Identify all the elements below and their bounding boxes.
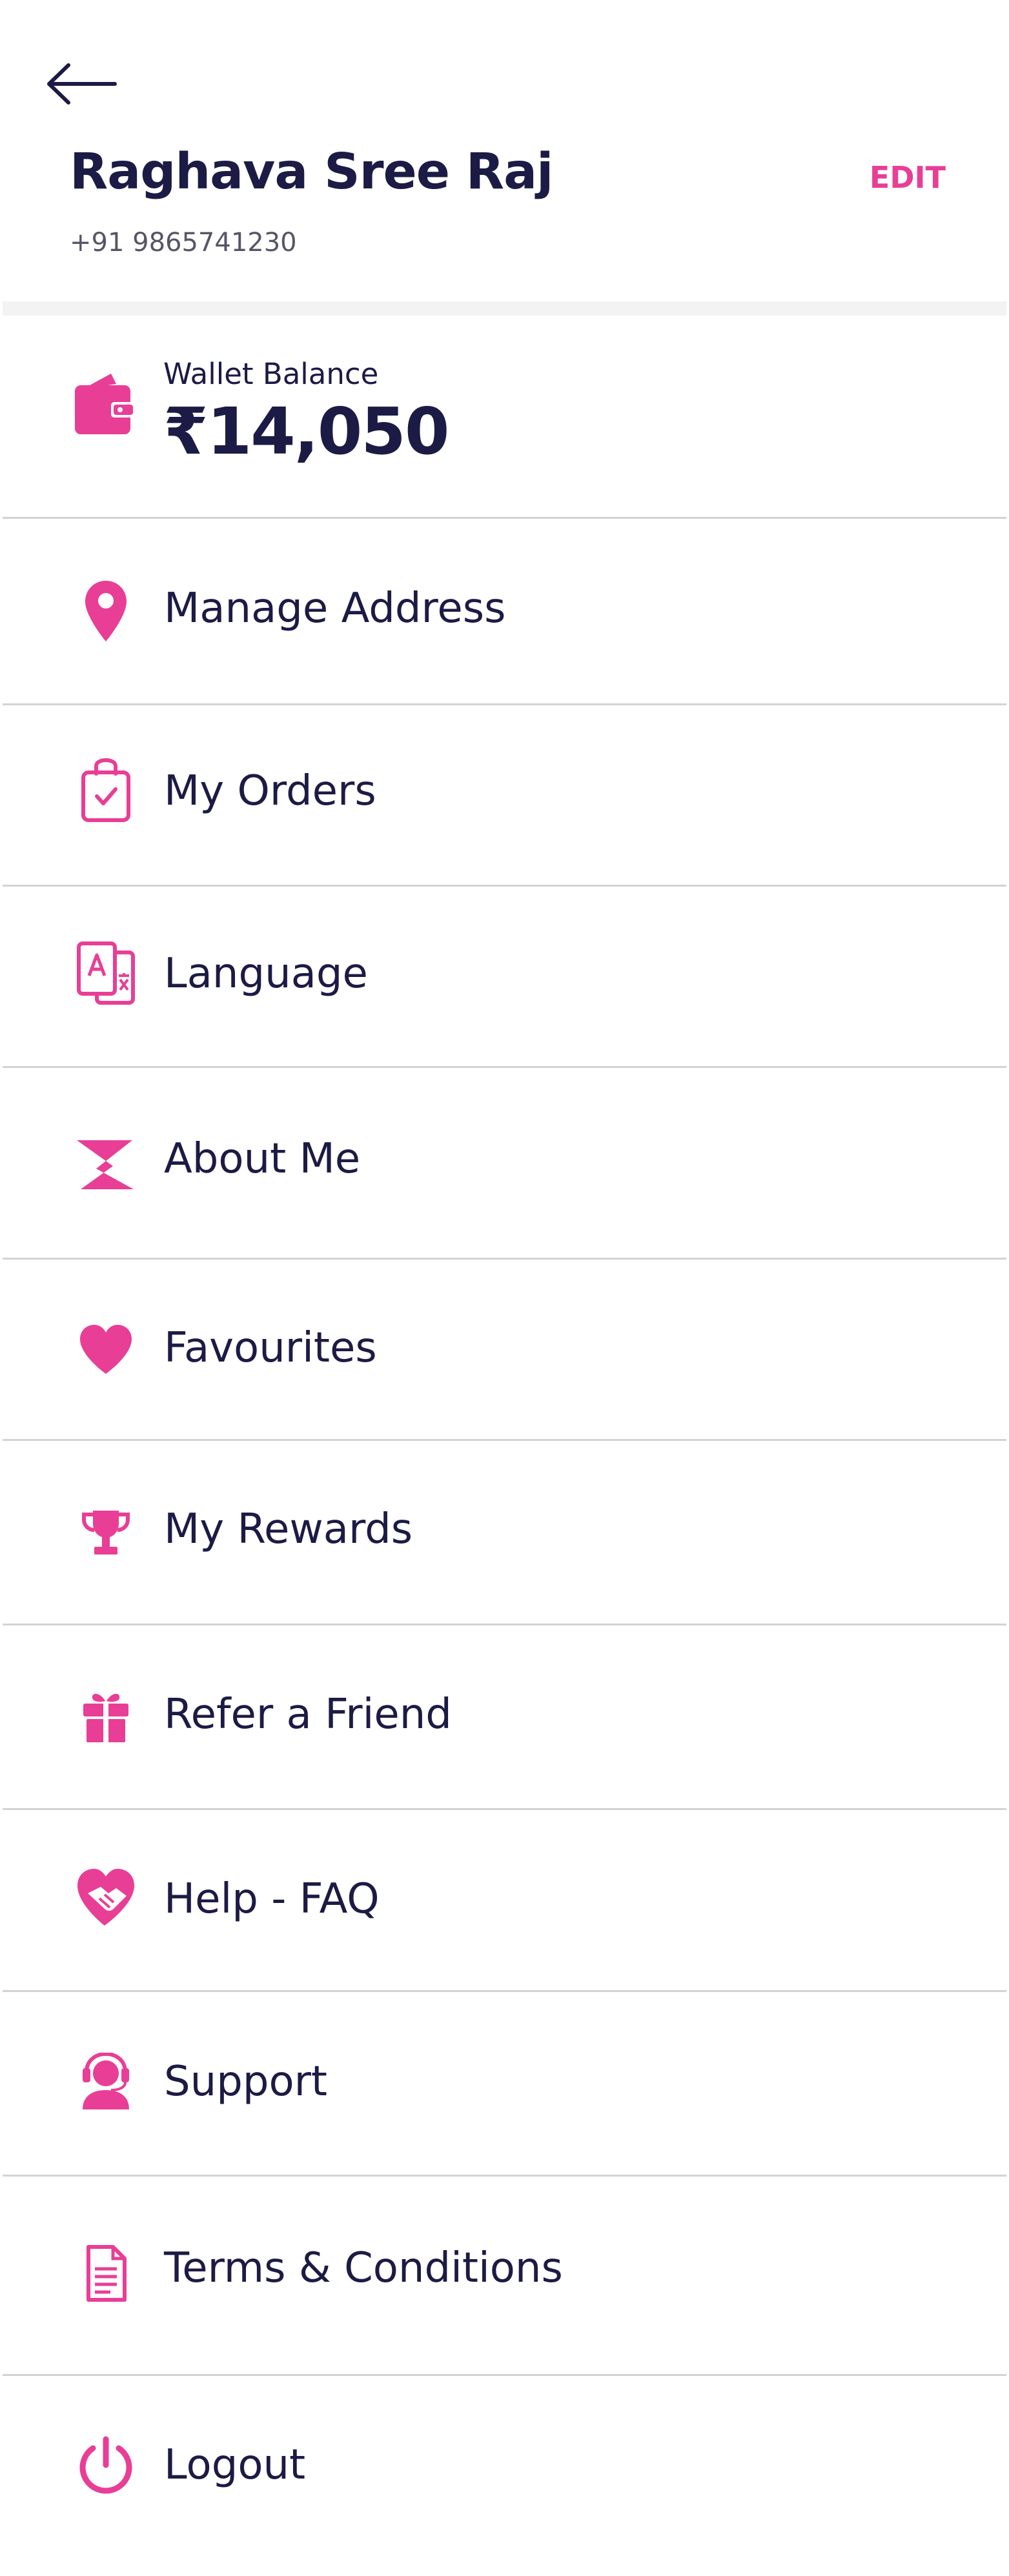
translate-icon	[72, 940, 139, 1007]
menu-item-about-me[interactable]: About Me	[0, 1068, 1009, 1258]
heart-icon	[72, 1316, 139, 1383]
menu-item-favourites[interactable]: Favourites	[0, 1260, 1009, 1439]
menu-item-my-rewards[interactable]: My Rewards	[0, 1441, 1009, 1624]
menu-item-manage-address[interactable]: Manage Address	[0, 519, 1009, 703]
document-icon	[72, 2240, 139, 2307]
shopping-bag-icon	[72, 755, 139, 822]
wallet-label: Wallet Balance	[163, 357, 379, 391]
power-icon	[72, 2433, 139, 2500]
wallet-balance-card[interactable]: Wallet Balance ₹14,050	[0, 316, 1009, 517]
edit-profile-button[interactable]: EDIT	[870, 163, 946, 192]
section-separator	[3, 301, 1006, 316]
menu-item-support[interactable]: Support	[0, 1992, 1009, 2175]
menu-item-label: Support	[164, 2058, 327, 2106]
menu-item-label: Favourites	[164, 1324, 377, 1372]
menu-item-label: My Orders	[164, 767, 376, 815]
brand-z-icon	[72, 1131, 139, 1198]
menu-item-logout[interactable]: Logout	[0, 2376, 1009, 2576]
heart-handshake-icon	[72, 1863, 139, 1930]
profile-name: Raghava Sree Raj	[70, 143, 553, 201]
back-button[interactable]	[45, 52, 123, 116]
wallet-amount: ₹14,050	[163, 394, 449, 469]
headset-agent-icon	[72, 2048, 139, 2115]
menu-item-label: Terms & Conditions	[164, 2244, 563, 2292]
menu-item-my-orders[interactable]: My Orders	[0, 705, 1009, 885]
menu-item-label: Help - FAQ	[164, 1875, 380, 1923]
menu-item-refer-a-friend[interactable]: Refer a Friend	[0, 1625, 1009, 1808]
profile-phone: +91 9865741230	[70, 228, 297, 257]
menu-item-help-faq[interactable]: Help - FAQ	[0, 1810, 1009, 1990]
profile-screen: Raghava Sree Raj +91 9865741230 EDIT Wal…	[0, 0, 1009, 2576]
menu-item-language[interactable]: Language	[0, 887, 1009, 1066]
location-pin-icon	[72, 578, 139, 645]
wallet-icon	[75, 374, 136, 434]
menu-item-label: My Rewards	[164, 1505, 413, 1553]
menu-item-terms-conditions[interactable]: Terms & Conditions	[0, 2177, 1009, 2374]
arrow-left-icon	[47, 63, 117, 105]
trophy-icon	[72, 1499, 139, 1566]
menu-item-label: Manage Address	[164, 585, 506, 632]
gift-icon	[72, 1682, 139, 1749]
menu-item-label: About Me	[164, 1135, 361, 1183]
menu-item-label: Language	[164, 950, 368, 998]
menu-item-label: Refer a Friend	[164, 1691, 452, 1738]
menu-item-label: Logout	[164, 2441, 306, 2489]
